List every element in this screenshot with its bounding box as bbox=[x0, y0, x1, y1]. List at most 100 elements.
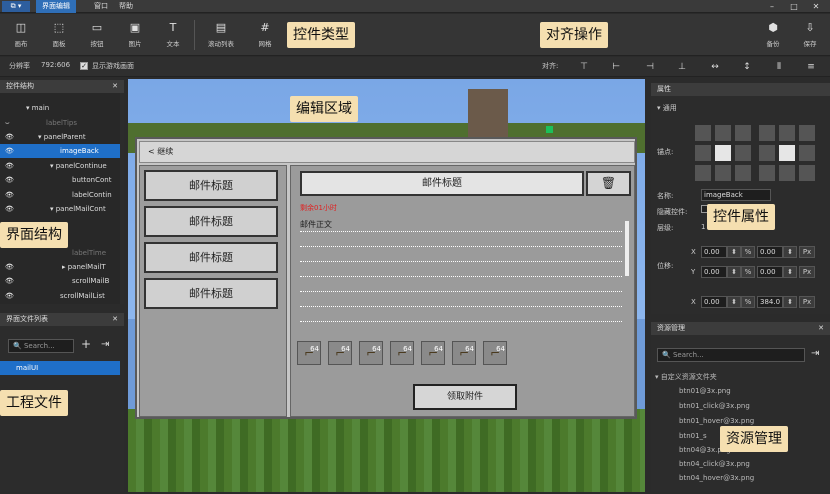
anchor-cell-selected[interactable] bbox=[779, 145, 795, 161]
close-icon[interactable]: ✕ bbox=[818, 322, 824, 335]
anchor-cell[interactable] bbox=[735, 125, 751, 141]
tree-row-scrollmaillist[interactable]: 👁 scrollMailList bbox=[0, 289, 120, 303]
tree-row-labelcontin[interactable]: 👁 labelContin bbox=[0, 188, 120, 202]
back-button[interactable]: < 继续 bbox=[148, 147, 173, 156]
tool-image[interactable]: ▣ 图片 bbox=[118, 20, 152, 54]
attachment-item[interactable]: ⌐ 64 bbox=[421, 341, 445, 365]
anchor-cell[interactable] bbox=[759, 165, 775, 181]
file-search-input[interactable]: 🔍 Search... bbox=[8, 339, 74, 353]
x-percent-button[interactable]: % bbox=[741, 246, 755, 258]
resource-file[interactable]: btn04_hover@3x.png bbox=[679, 474, 754, 482]
layer-value[interactable]: 1 bbox=[701, 223, 705, 231]
resolution-value[interactable]: 792:606 bbox=[41, 61, 70, 69]
anchor-cell[interactable] bbox=[779, 125, 795, 141]
eye-hidden-icon[interactable]: ⌣ bbox=[5, 116, 10, 130]
tree-row-panelmailt[interactable]: 👁 ▸ panelMailT bbox=[0, 260, 120, 274]
minimize-button[interactable]: – bbox=[762, 0, 782, 13]
resource-folder[interactable]: ▾ 自定义资源文件夹 bbox=[655, 372, 717, 382]
close-icon[interactable]: ✕ bbox=[112, 313, 118, 326]
tool-scroll-list[interactable]: ▤ 滚动列表 bbox=[202, 20, 240, 54]
eye-icon[interactable]: 👁 bbox=[5, 188, 14, 202]
anchor-cell[interactable] bbox=[715, 165, 731, 181]
tool-grid[interactable]: # 网格 bbox=[248, 20, 282, 54]
size-percent-button[interactable]: % bbox=[741, 296, 755, 308]
anchor-cell[interactable] bbox=[735, 145, 751, 161]
anchor-cell-selected[interactable] bbox=[715, 145, 731, 161]
tool-button[interactable]: ▭ 按钮 bbox=[80, 20, 114, 54]
anchor-cell[interactable] bbox=[695, 165, 711, 181]
close-button[interactable]: ✕ bbox=[806, 0, 826, 13]
anchor-cell[interactable] bbox=[799, 145, 815, 161]
size-px-button[interactable]: Px bbox=[799, 296, 815, 308]
anchor-cell[interactable] bbox=[799, 165, 815, 181]
tool-text[interactable]: T 文本 bbox=[156, 20, 190, 54]
mail-title-button[interactable]: 邮件标题 bbox=[144, 206, 278, 237]
import-resource-button[interactable]: ⇥ bbox=[811, 348, 819, 359]
tree-row-panelcontinue[interactable]: 👁 ▾ panelContinue bbox=[0, 159, 120, 173]
anchor-cell[interactable] bbox=[695, 125, 711, 141]
tree-row-buttoncont[interactable]: 👁 buttonCont bbox=[0, 173, 120, 187]
anchor-cell[interactable] bbox=[735, 165, 751, 181]
mail-scrollbar[interactable] bbox=[625, 221, 629, 276]
eye-icon[interactable]: 👁 bbox=[5, 202, 14, 216]
x-px-button[interactable]: Px bbox=[799, 246, 815, 258]
mail-title-button[interactable]: 邮件标题 bbox=[144, 278, 278, 309]
y-px-button[interactable]: Px bbox=[799, 266, 815, 278]
menu-help[interactable]: 帮助 bbox=[113, 0, 139, 13]
menu-window[interactable]: 窗口 bbox=[88, 0, 114, 13]
align-right-icon[interactable]: ⊣ bbox=[642, 59, 658, 75]
delete-button[interactable]: 🗑 bbox=[586, 171, 631, 196]
size-x-stepper[interactable]: ⬍ bbox=[727, 296, 741, 308]
x-stepper[interactable]: ⬍ bbox=[727, 246, 741, 258]
x-offset-stepper[interactable]: ⬍ bbox=[783, 246, 797, 258]
anchor-cell[interactable] bbox=[695, 145, 711, 161]
align-left-icon[interactable]: ⊢ bbox=[608, 59, 624, 75]
anchor-cell[interactable] bbox=[799, 125, 815, 141]
show-game-checkbox[interactable]: ✓ bbox=[80, 62, 88, 70]
close-icon[interactable]: ✕ bbox=[112, 80, 118, 93]
add-file-button[interactable]: + bbox=[81, 337, 91, 351]
attachment-item[interactable]: ⌐ 64 bbox=[483, 341, 507, 365]
attachment-item[interactable]: ⌐ 64 bbox=[328, 341, 352, 365]
resource-file[interactable]: btn01_click@3x.png bbox=[679, 402, 750, 410]
anchor-cell[interactable] bbox=[779, 165, 795, 181]
maximize-button[interactable]: □ bbox=[784, 0, 804, 13]
attachment-item[interactable]: ⌐ 64 bbox=[452, 341, 476, 365]
app-menu-button[interactable]: ⧉ ▾ bbox=[2, 1, 30, 12]
import-file-button[interactable]: ⇥ bbox=[101, 339, 109, 350]
align-top-icon[interactable]: ⊤ bbox=[576, 59, 592, 75]
resource-file[interactable]: btn01_hover@3x.png bbox=[679, 417, 754, 425]
y-offset-field[interactable]: 0.00 bbox=[757, 266, 783, 278]
distribute-h-icon[interactable]: ⫴ bbox=[771, 59, 787, 75]
tree-row-imageback[interactable]: 👁 imageBack bbox=[0, 144, 120, 158]
align-bottom-icon[interactable]: ⊥ bbox=[674, 59, 690, 75]
y-percent-button[interactable]: % bbox=[741, 266, 755, 278]
tool-canvas[interactable]: ◫ 画布 bbox=[4, 20, 38, 54]
edit-canvas[interactable]: < 继续 邮件标题 邮件标题 邮件标题 邮件标题 邮件标题 🗑 剩余01小时 邮… bbox=[128, 79, 645, 492]
section-general[interactable]: ▾ 通用 bbox=[657, 103, 677, 113]
anchor-cell[interactable] bbox=[759, 145, 775, 161]
eye-icon[interactable]: 👁 bbox=[5, 144, 14, 158]
eye-icon[interactable]: 👁 bbox=[5, 274, 14, 288]
x-value-field[interactable]: 0.00 bbox=[701, 246, 727, 258]
name-field[interactable]: imageBack bbox=[701, 189, 771, 201]
anchor-cell[interactable] bbox=[715, 125, 731, 141]
resource-file[interactable]: btn04_click@3x.png bbox=[679, 460, 750, 468]
eye-icon[interactable]: 👁 bbox=[5, 289, 14, 303]
tree-row-labeltips[interactable]: ⌣ labelTips bbox=[0, 116, 120, 130]
mail-title-button[interactable]: 邮件标题 bbox=[144, 170, 278, 201]
backup-button[interactable]: ⬢ 备份 bbox=[756, 20, 790, 54]
attachment-item[interactable]: ⌐ 64 bbox=[359, 341, 383, 365]
y-offset-stepper[interactable]: ⬍ bbox=[783, 266, 797, 278]
size-x-field[interactable]: 0.00 bbox=[701, 296, 727, 308]
attachment-item[interactable]: ⌐ 64 bbox=[297, 341, 321, 365]
tool-panel[interactable]: ⬚ 面板 bbox=[42, 20, 76, 54]
resource-file[interactable]: btn01_s bbox=[679, 432, 707, 440]
save-button[interactable]: ⇩ 保存 bbox=[793, 20, 827, 54]
size-offset-stepper[interactable]: ⬍ bbox=[783, 296, 797, 308]
distribute-v-icon[interactable]: ≡ bbox=[803, 59, 819, 75]
continue-bar[interactable]: < 继续 bbox=[139, 141, 635, 163]
file-item-mailui[interactable]: mailUI bbox=[0, 361, 120, 375]
size-offset-field[interactable]: 384.0 bbox=[757, 296, 783, 308]
claim-attachment-button[interactable]: 领取附件 bbox=[413, 384, 517, 410]
